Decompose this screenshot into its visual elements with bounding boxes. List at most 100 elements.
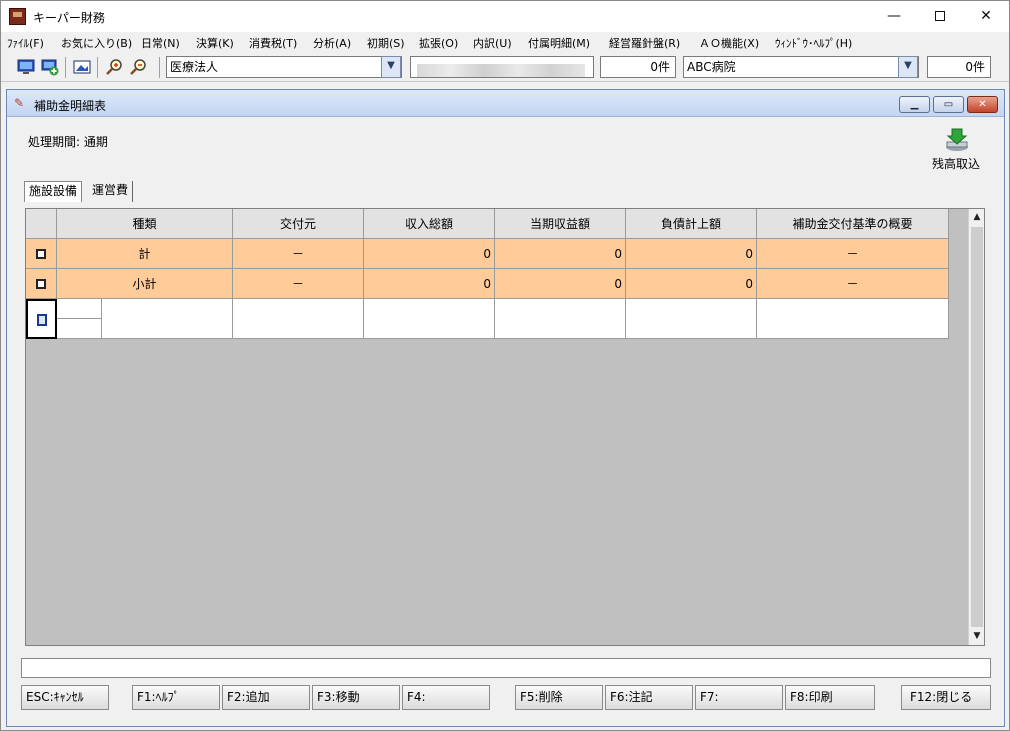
processing-period: 処理期間: 通期 — [28, 135, 108, 149]
app-window: キーパー財務 — ✕ ﾌｧｲﾙ(F) お気に入り(B) 日常(N) 決算(K) … — [0, 0, 1010, 731]
document-icon: ✎ — [14, 96, 25, 110]
table-cell-source: － — [233, 269, 364, 299]
facility-select[interactable]: ABC病院 — [683, 56, 919, 78]
f8-print-button[interactable]: F8:印刷 — [785, 685, 875, 710]
close-button[interactable]: ✕ — [963, 1, 1009, 32]
table-cell-overview[interactable] — [757, 299, 949, 339]
entity-type-dropdown-button[interactable]: ▼ — [381, 56, 401, 78]
redacted-text — [417, 64, 585, 77]
f3-move-button[interactable]: F3:移動 — [312, 685, 400, 710]
table-cell-income-total: 0 — [364, 239, 495, 269]
child-minimize-button[interactable]: ▁ — [899, 96, 930, 113]
table-cell-liability: 0 — [626, 239, 757, 269]
f7-button[interactable]: F7: — [695, 685, 783, 710]
balance-import-label: 残高取込 — [931, 157, 980, 171]
menu-ao-functions[interactable]: ＡＯ機能(X) — [699, 35, 759, 51]
table-cell-source[interactable] — [233, 299, 364, 339]
facility-dropdown-button[interactable]: ▼ — [898, 56, 918, 78]
scroll-up-icon[interactable]: ▲ — [969, 209, 984, 225]
table-cell-liability: 0 — [626, 269, 757, 299]
checkbox-icon — [36, 278, 46, 289]
table-row-checkbox-selected[interactable] — [26, 299, 57, 339]
grid-header-overview: 補助金交付基準の概要 — [757, 209, 949, 239]
table-cell-kind: 小計 — [57, 269, 233, 299]
table-cell-current-revenue: 0 — [495, 239, 626, 269]
table-cell-kind-sub[interactable] — [57, 319, 102, 339]
table-cell-liability[interactable] — [626, 299, 757, 339]
entity-type-select[interactable]: 医療法人 — [166, 56, 402, 78]
table-cell-overview: － — [757, 269, 949, 299]
menu-file[interactable]: ﾌｧｲﾙ(F) — [7, 35, 44, 51]
monitor-icon[interactable] — [17, 58, 35, 76]
picture-icon[interactable] — [73, 58, 91, 76]
toolbar-separator — [65, 57, 66, 78]
table-cell-current-revenue[interactable] — [495, 299, 626, 339]
f4-button[interactable]: F4: — [402, 685, 490, 710]
table-cell-income-total: 0 — [364, 269, 495, 299]
menu-extension[interactable]: 拡張(O) — [419, 35, 458, 51]
f6-note-button[interactable]: F6:注記 — [605, 685, 693, 710]
menu-consumption-tax[interactable]: 消費税(T) — [249, 35, 297, 51]
menu-bar: ﾌｧｲﾙ(F) お気に入り(B) 日常(N) 決算(K) 消費税(T) 分析(A… — [1, 32, 1009, 52]
table-cell-overview: － — [757, 239, 949, 269]
status-input[interactable] — [21, 658, 991, 678]
count-field-2: 0件 — [927, 56, 991, 78]
menu-analysis[interactable]: 分析(A) — [313, 35, 351, 51]
menu-daily[interactable]: 日常(N) — [141, 35, 180, 51]
menu-compass[interactable]: 経営羅針盤(R) — [609, 35, 680, 51]
menu-initial[interactable]: 初期(S) — [367, 35, 405, 51]
menu-attached-details[interactable]: 付属明細(M) — [528, 35, 590, 51]
menu-breakdown[interactable]: 内訳(U) — [473, 35, 512, 51]
checkbox-icon — [36, 313, 47, 326]
zoom-out-icon[interactable] — [129, 58, 147, 76]
monitor-add-icon[interactable] — [41, 58, 59, 76]
menu-favorites[interactable]: お気に入り(B) — [61, 35, 132, 51]
table-cell-source: － — [233, 239, 364, 269]
zoom-in-icon[interactable] — [105, 58, 123, 76]
checkbox-icon — [36, 248, 46, 259]
grid-header-income-total: 収入総額 — [364, 209, 495, 239]
table-cell-kind-code[interactable] — [57, 299, 102, 319]
menu-window-help[interactable]: ｳｨﾝﾄﾞｳ･ﾍﾙﾌﾟ(H) — [775, 35, 852, 51]
table-cell-kind-name[interactable] — [102, 299, 233, 339]
child-window-title: 補助金明細表 — [34, 99, 107, 113]
grid-header-select — [26, 209, 57, 239]
f1-help-button[interactable]: F1:ﾍﾙﾌﾟ — [132, 685, 220, 710]
window-title: キーパー財務 — [33, 11, 105, 25]
f5-delete-button[interactable]: F5:削除 — [515, 685, 603, 710]
maximize-icon — [935, 11, 945, 21]
table-cell-kind: 計 — [57, 239, 233, 269]
title-bar: キーパー財務 — ✕ — [1, 1, 1009, 32]
toolbar: 医療法人 ▼ 0件 ABC病院 ▼ 0件 — [1, 53, 1009, 82]
child-close-button[interactable]: ✕ — [967, 96, 998, 113]
grid-header-liability: 負債計上額 — [626, 209, 757, 239]
grid-header-kind: 種類 — [57, 209, 233, 239]
tab-facility-equipment[interactable]: 施設設備 — [24, 181, 83, 202]
tab-operating-expenses[interactable]: 運営費 — [88, 181, 134, 202]
minimize-button[interactable]: — — [871, 1, 917, 32]
f12-close-button[interactable]: F12:閉じる — [901, 685, 991, 710]
toolbar-separator — [159, 57, 160, 78]
maximize-button[interactable] — [917, 1, 963, 32]
subsidy-detail-window: ✎ 補助金明細表 ▁ ▭ ✕ 処理期間: 通期 残高取込 施設設備 運営費 種類… — [6, 89, 1005, 727]
grid-header-source: 交付元 — [233, 209, 364, 239]
table-row-checkbox[interactable] — [26, 269, 57, 299]
child-restore-button[interactable]: ▭ — [933, 96, 964, 113]
app-icon — [9, 8, 26, 25]
child-title-bar: ✎ 補助金明細表 ▁ ▭ ✕ — [7, 90, 1004, 117]
toolbar-separator — [97, 57, 98, 78]
download-icon — [946, 128, 968, 151]
table-row-checkbox[interactable] — [26, 239, 57, 269]
balance-import-button[interactable]: 残高取込 — [926, 128, 986, 172]
vertical-scrollbar[interactable]: ▲ ▼ — [968, 209, 984, 645]
grid-header-current-revenue: 当期収益額 — [495, 209, 626, 239]
table-cell-income-total[interactable] — [364, 299, 495, 339]
count-field-1: 0件 — [600, 56, 676, 78]
company-name-field[interactable] — [410, 56, 594, 78]
f2-add-button[interactable]: F2:追加 — [222, 685, 310, 710]
scroll-down-icon[interactable]: ▼ — [969, 628, 984, 644]
subsidy-grid: 種類 交付元 収入総額 当期収益額 負債計上額 補助金交付基準の概要 計 － 0… — [25, 208, 985, 646]
esc-cancel-button[interactable]: ESC:ｷｬﾝｾﾙ — [21, 685, 109, 710]
menu-closing[interactable]: 決算(K) — [196, 35, 234, 51]
scroll-thumb[interactable] — [971, 227, 983, 627]
